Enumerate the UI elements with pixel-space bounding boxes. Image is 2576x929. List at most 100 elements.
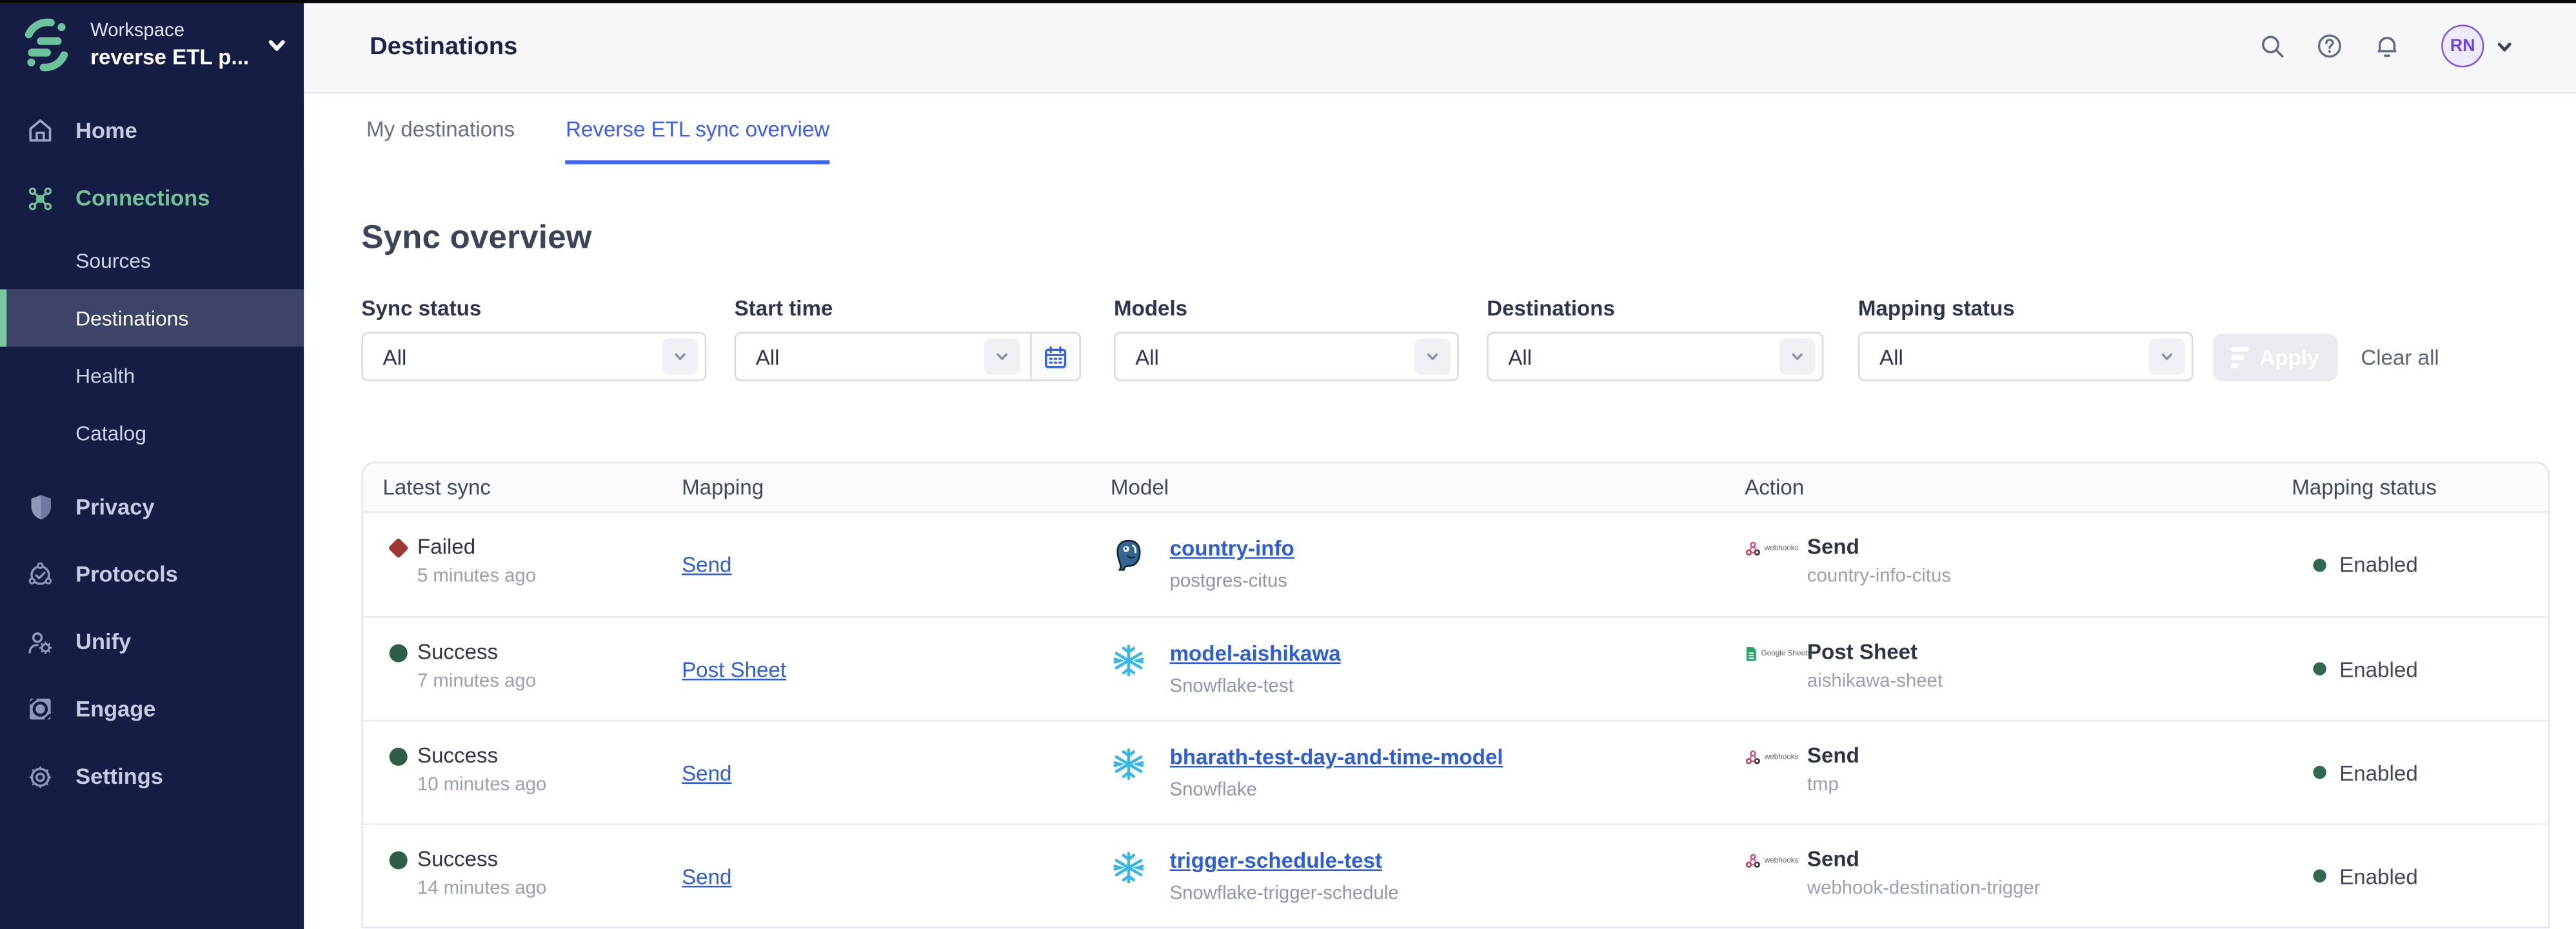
chevron-down-icon bbox=[662, 339, 698, 375]
sync-status-filter-label: Sync status bbox=[361, 295, 706, 320]
engage-icon bbox=[26, 695, 54, 723]
success-status-icon bbox=[390, 644, 408, 663]
start-time-filter-label: Start time bbox=[735, 295, 1081, 320]
destinations-select[interactable]: All bbox=[1487, 332, 1823, 381]
sidebar-item-settings[interactable]: Settings bbox=[0, 743, 304, 810]
action-cell: Google Sheets Post Sheet aishikawa-sheet bbox=[1745, 618, 2292, 720]
mapping-status-select[interactable]: All bbox=[1858, 332, 2194, 381]
calendar-icon[interactable] bbox=[1030, 334, 1079, 379]
gear-icon bbox=[26, 763, 54, 790]
search-icon[interactable] bbox=[2259, 33, 2285, 59]
model-name-link[interactable]: model-aishikawa bbox=[1170, 641, 1341, 665]
avatar[interactable]: RN bbox=[2441, 25, 2484, 67]
sidebar-item-privacy[interactable]: Privacy bbox=[0, 474, 304, 541]
connections-icon bbox=[26, 184, 54, 212]
account-chevron-down-icon[interactable] bbox=[2495, 37, 2513, 55]
mapping-status-text: Enabled bbox=[2339, 552, 2418, 577]
chevron-down-icon bbox=[1779, 339, 1816, 375]
action-cell: webhooks Send tmp bbox=[1745, 721, 2292, 823]
column-header-action: Action bbox=[1745, 475, 2292, 499]
help-icon[interactable] bbox=[2317, 33, 2343, 59]
mapping-cell: Post Sheet bbox=[682, 618, 1111, 720]
workspace-name: reverse ETL p... bbox=[90, 44, 249, 68]
sidebar-item-unify[interactable]: Unify bbox=[0, 608, 304, 675]
webhooks-icon: webhooks bbox=[1745, 853, 1804, 869]
chevron-down-icon bbox=[1414, 339, 1451, 375]
snowflake-icon bbox=[1111, 643, 1147, 679]
model-name-link[interactable]: country-info bbox=[1170, 535, 1294, 560]
mapping-link[interactable]: Send bbox=[682, 552, 731, 577]
mapping-status-filter-label: Mapping status bbox=[1858, 295, 2194, 320]
mapping-cell: Send bbox=[682, 513, 1111, 616]
sidebar-item-destinations[interactable]: Destinations bbox=[0, 289, 304, 346]
snowflake-icon bbox=[1111, 850, 1147, 886]
sync-time-text: 10 minutes ago bbox=[417, 775, 546, 795]
sync-status-text: Success bbox=[417, 743, 546, 767]
model-source-text: Snowflake bbox=[1170, 781, 1503, 801]
sync-time-text: 14 minutes ago bbox=[417, 879, 546, 899]
start-time-select[interactable]: All bbox=[735, 332, 1081, 381]
workspace-eyebrow: Workspace bbox=[90, 21, 249, 41]
action-title: Send bbox=[1807, 846, 2041, 871]
enabled-dot-icon bbox=[2313, 663, 2326, 675]
models-filter-label: Models bbox=[1114, 295, 1459, 320]
home-icon bbox=[26, 117, 54, 145]
sidebar: Workspace reverse ETL p... Home bbox=[0, 0, 304, 929]
table-row: Success 14 minutes ago Send bbox=[363, 823, 2548, 926]
mapping-link[interactable]: Post Sheet bbox=[682, 657, 786, 681]
action-destination-text: country-info-citus bbox=[1807, 567, 1951, 587]
model-name-link[interactable]: trigger-schedule-test bbox=[1170, 848, 1382, 872]
content: Sync overview Sync status All Start time… bbox=[304, 165, 2576, 929]
column-header-latest-sync: Latest sync bbox=[382, 475, 682, 499]
column-header-mapping-status: Mapping status bbox=[2292, 475, 2548, 499]
model-cell: trigger-schedule-test Snowflake-trigger-… bbox=[1111, 825, 1745, 927]
sync-status-select[interactable]: All bbox=[361, 332, 706, 381]
unify-icon bbox=[26, 628, 54, 655]
filter-bar: Sync status All Start time All bbox=[361, 295, 2518, 381]
latest-sync-cell: Failed 5 minutes ago bbox=[382, 513, 682, 616]
sidebar-item-catalog[interactable]: Catalog bbox=[0, 405, 304, 462]
success-status-icon bbox=[390, 851, 408, 869]
model-cell: bharath-test-day-and-time-model Snowflak… bbox=[1111, 721, 1745, 823]
workspace-chevron-down-icon[interactable] bbox=[266, 34, 288, 55]
mapping-status-text: Enabled bbox=[2339, 864, 2418, 888]
sync-status-text: Failed bbox=[417, 534, 536, 559]
failed-status-icon bbox=[388, 537, 408, 558]
action-cell: webhooks Send country-info-citus bbox=[1745, 513, 2292, 616]
chevron-down-icon bbox=[2149, 339, 2185, 375]
action-title: Send bbox=[1807, 743, 1859, 767]
table-header: Latest sync Mapping Model Action Mapping… bbox=[363, 463, 2548, 512]
sidebar-item-home[interactable]: Home bbox=[0, 97, 304, 164]
mapping-link[interactable]: Send bbox=[682, 760, 731, 784]
enabled-dot-icon bbox=[2313, 558, 2326, 571]
app-root: Workspace reverse ETL p... Home bbox=[0, 0, 2576, 929]
mapping-cell: Send bbox=[682, 721, 1111, 823]
sidebar-item-sources[interactable]: Sources bbox=[0, 232, 304, 289]
sidebar-item-engage[interactable]: Engage bbox=[0, 675, 304, 743]
models-select[interactable]: All bbox=[1114, 332, 1459, 381]
table-row: Failed 5 minutes ago Send bbox=[363, 513, 2548, 616]
action-destination-text: aishikawa-sheet bbox=[1807, 672, 1943, 692]
workspace-switcher[interactable]: Workspace reverse ETL p... bbox=[0, 0, 304, 84]
table-row: Success 10 minutes ago Send bbox=[363, 720, 2548, 823]
apply-button[interactable]: Apply bbox=[2213, 334, 2338, 381]
tab-my-destinations[interactable]: My destinations bbox=[366, 94, 515, 165]
success-status-icon bbox=[390, 748, 408, 766]
shield-icon bbox=[26, 493, 54, 521]
sync-time-text: 7 minutes ago bbox=[417, 672, 536, 692]
model-source-text: postgres-citus bbox=[1170, 572, 1294, 592]
sidebar-item-health[interactable]: Health bbox=[0, 346, 304, 404]
tab-reverse-etl-sync-overview[interactable]: Reverse ETL sync overview bbox=[566, 94, 829, 165]
main-area: Destinations RN bbox=[304, 0, 2576, 929]
sidebar-item-connections[interactable]: Connections bbox=[0, 165, 304, 232]
rudderstack-logo-icon bbox=[16, 15, 75, 74]
sidebar-item-protocols[interactable]: Protocols bbox=[0, 541, 304, 608]
latest-sync-cell: Success 7 minutes ago bbox=[382, 618, 682, 720]
mapping-status-cell: Enabled bbox=[2292, 825, 2548, 927]
clear-all-link[interactable]: Clear all bbox=[2361, 345, 2439, 370]
model-name-link[interactable]: bharath-test-day-and-time-model bbox=[1170, 744, 1503, 769]
column-header-mapping: Mapping bbox=[682, 475, 1111, 499]
mapping-link[interactable]: Send bbox=[682, 864, 731, 888]
bell-icon[interactable] bbox=[2374, 33, 2401, 59]
table-row: Success 7 minutes ago Post Sheet bbox=[363, 616, 2548, 719]
